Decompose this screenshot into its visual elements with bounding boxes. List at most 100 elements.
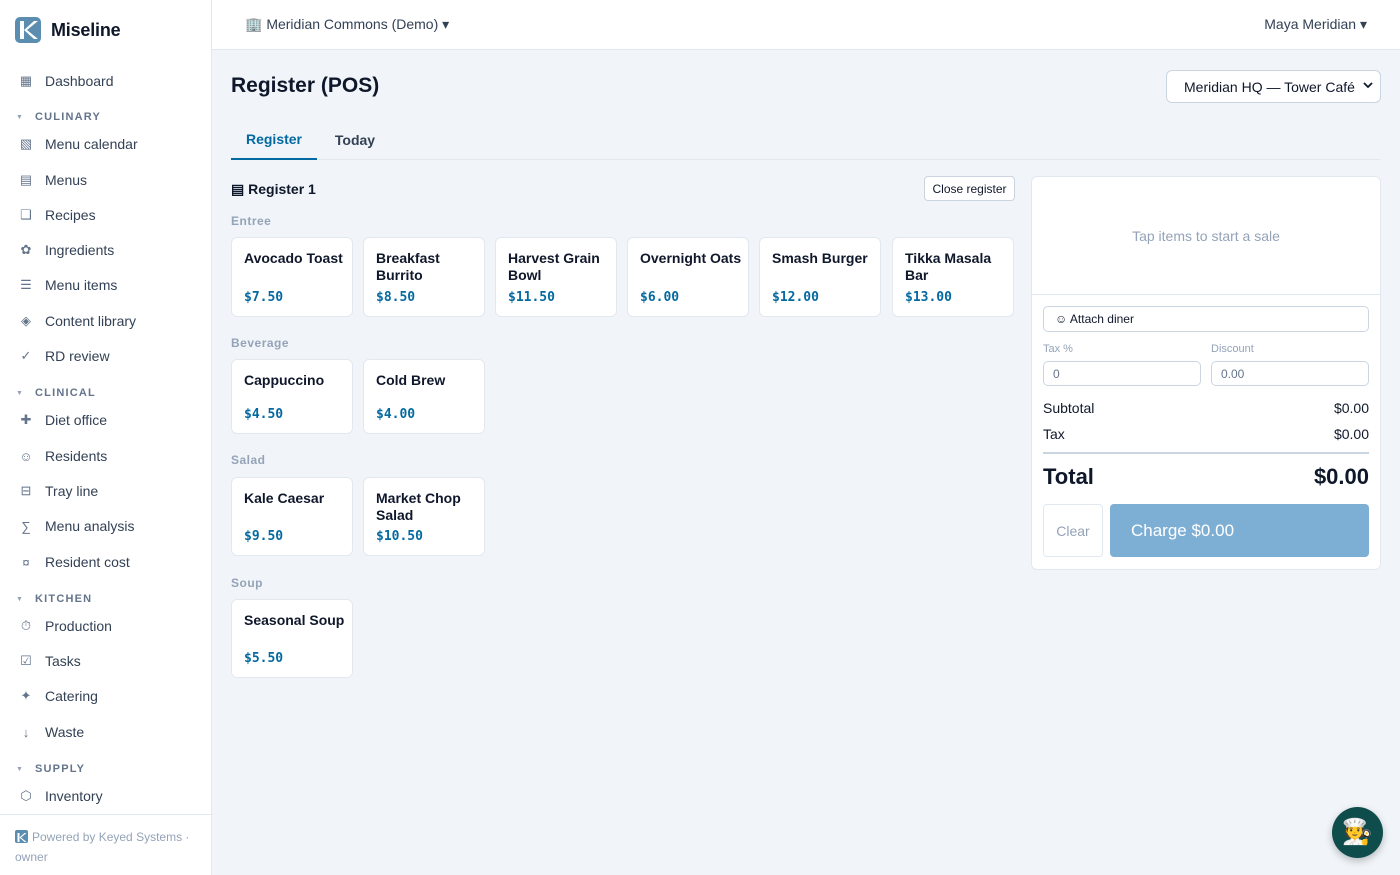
sidebar-item-label: Catering [45, 688, 98, 704]
cost-icon: ¤ [22, 554, 30, 570]
sidebar-item-menu-items[interactable]: ☰ Menu items [0, 270, 211, 300]
clear-button[interactable]: Clear [1043, 504, 1103, 557]
close-register-button[interactable]: Close register [924, 176, 1015, 201]
item-price: $11.50 [508, 290, 555, 305]
item-price: $12.00 [772, 290, 819, 305]
menu-item-card[interactable]: Smash Burger $12.00 [759, 237, 881, 317]
subtotal-label: Subtotal [1043, 400, 1095, 416]
menus-icon: ▤ [19, 172, 33, 187]
tax-percent-input[interactable] [1043, 361, 1201, 386]
sidebar-item-label: Tray line [45, 483, 99, 499]
nav-section-clinical[interactable]: ▼ CLINICAL [0, 385, 211, 401]
item-price: $8.50 [376, 290, 416, 305]
inventory-icon: ⬡ [20, 788, 32, 803]
sparkle-icon: ✦ [20, 688, 32, 703]
item-price: $4.00 [376, 407, 416, 422]
sidebar-item-ingredients[interactable]: ✿ Ingredients [0, 235, 211, 265]
sidebar-item-label: Content library [45, 313, 137, 329]
item-price: $9.50 [244, 529, 284, 544]
sidebar-item-tray-line[interactable]: ⊟ Tray line [0, 476, 211, 506]
sidebar-item-label: RD review [45, 348, 110, 364]
sidebar-item-content-library[interactable]: ◈ Content library [0, 306, 211, 336]
tab-today[interactable]: Today [317, 120, 393, 160]
sidebar-item-inventory[interactable]: ⬡ Inventory [0, 781, 211, 811]
powered-by-text[interactable]: Powered by Keyed Systems · [32, 830, 189, 844]
sidebar-item-rd-review[interactable]: ✓ RD review [0, 341, 211, 371]
sidebar-item-production[interactable]: ⏱ Production [0, 611, 211, 641]
sidebar-item-resident-cost[interactable]: ¤ Resident cost [0, 547, 211, 577]
sidebar-item-menu-calendar[interactable]: ▧ Menu calendar [0, 129, 211, 159]
sidebar-item-label: Production [45, 618, 112, 634]
sidebar-item-waste[interactable]: ↓ Waste [0, 717, 211, 747]
item-price: $4.50 [244, 407, 284, 422]
sidebar-item-label: Waste [45, 724, 85, 740]
org-switcher[interactable]: 🏢 Meridian Commons (Demo) ▾ [245, 16, 449, 33]
total-value: $0.00 [1313, 464, 1369, 489]
chef-assistant-button[interactable]: 🧑‍🍳 [1332, 807, 1383, 858]
charge-button[interactable]: Charge $0.00 [1110, 504, 1369, 557]
timer-icon: ⏱ [20, 618, 32, 633]
subtotal-row: Subtotal $0.00 [1043, 400, 1369, 416]
sidebar-item-label: Menus [45, 172, 88, 188]
tray-icon: ⊟ [20, 483, 32, 498]
item-name: Overnight Oats [640, 250, 742, 266]
location-select[interactable]: Meridian HQ — Tower Café [1166, 70, 1381, 103]
menu-item-card[interactable]: Cappuccino $4.50 [231, 359, 353, 434]
item-name: Cappuccino [244, 372, 325, 388]
discount-input[interactable] [1211, 361, 1369, 386]
sidebar-item-label: Diet office [45, 412, 107, 428]
sidebar-item-residents[interactable]: ☺ Residents [0, 441, 211, 471]
menu-item-card[interactable]: Harvest Grain Bowl $11.50 [495, 237, 617, 317]
attach-diner-button[interactable]: ☺ Attach diner [1043, 306, 1369, 332]
item-name: Avocado Toast [244, 250, 343, 266]
item-name: Smash Burger [772, 250, 868, 266]
sidebar-item-recipes[interactable]: ❑ Recipes [0, 200, 211, 230]
location-select-value: Meridian HQ — Tower Café [1184, 78, 1355, 95]
total-label: Total [1043, 464, 1094, 489]
chevron-down-icon [1362, 79, 1374, 94]
user-menu[interactable]: Maya Meridian ▾ [1264, 16, 1367, 33]
content-library-icon: ◈ [21, 313, 31, 328]
sidebar-item-dashboard[interactable]: ▦ Dashboard [0, 66, 211, 96]
menu-item-card[interactable]: Market Chop Salad $10.50 [363, 477, 485, 556]
menu-item-card[interactable]: Avocado Toast $7.50 [231, 237, 353, 317]
brand[interactable]: Miseline [15, 16, 121, 44]
menu-item-card[interactable]: Breakfast Burrito $8.50 [363, 237, 485, 317]
miseline-logo-icon [15, 17, 41, 43]
nav-section-label: CULINARY [35, 111, 102, 123]
calendar-icon: ▧ [19, 136, 33, 151]
item-name: Tikka Masala Bar [905, 250, 992, 283]
discount-label: Discount [1211, 343, 1254, 355]
caret-down-icon: ▼ [16, 113, 23, 121]
item-name: Market Chop Salad [376, 490, 461, 523]
sidebar-item-menu-analysis[interactable]: ∑ Menu analysis [0, 511, 211, 541]
sidebar-item-label: Ingredients [45, 242, 115, 258]
menu-item-card[interactable]: Seasonal Soup $5.50 [231, 599, 353, 678]
caret-down-icon: ▼ [16, 389, 23, 397]
sidebar-item-diet-office[interactable]: ✚ Diet office [0, 405, 211, 435]
nav-section-supply[interactable]: ▼ SUPPLY [0, 761, 211, 777]
total-divider [1043, 452, 1369, 454]
tax-label: Tax [1043, 426, 1065, 442]
sidebar-item-tasks[interactable]: ☑ Tasks [0, 646, 211, 676]
tax-row: Tax $0.00 [1043, 426, 1369, 442]
sidebar-item-catering[interactable]: ✦ Catering [0, 681, 211, 711]
menu-item-card[interactable]: Kale Caesar $9.50 [231, 477, 353, 556]
menu-item-card[interactable]: Cold Brew $4.00 [363, 359, 485, 434]
item-price: $10.50 [376, 529, 423, 544]
sidebar-item-menus[interactable]: ▤ Menus [0, 165, 211, 195]
arrow-down-icon: ↓ [22, 724, 30, 740]
checkbox-icon: ☑ [20, 653, 32, 668]
caret-down-icon: ▼ [16, 765, 23, 773]
item-name: Seasonal Soup [244, 612, 345, 628]
subtotal-value: $0.00 [1333, 400, 1369, 416]
menu-item-card[interactable]: Tikka Masala Bar $13.00 [892, 237, 1014, 317]
page-title: Register (POS) [231, 74, 380, 97]
nav-section-culinary[interactable]: ▼ CULINARY [0, 109, 211, 125]
menu-item-card[interactable]: Overnight Oats $6.00 [627, 237, 749, 317]
category-label: Entree [231, 214, 272, 228]
nav-section-kitchen[interactable]: ▼ KITCHEN [0, 591, 211, 607]
sidebar-item-label: Dashboard [45, 73, 114, 89]
tab-register[interactable]: Register [231, 120, 317, 160]
sidebar-item-label: Resident cost [45, 554, 130, 570]
